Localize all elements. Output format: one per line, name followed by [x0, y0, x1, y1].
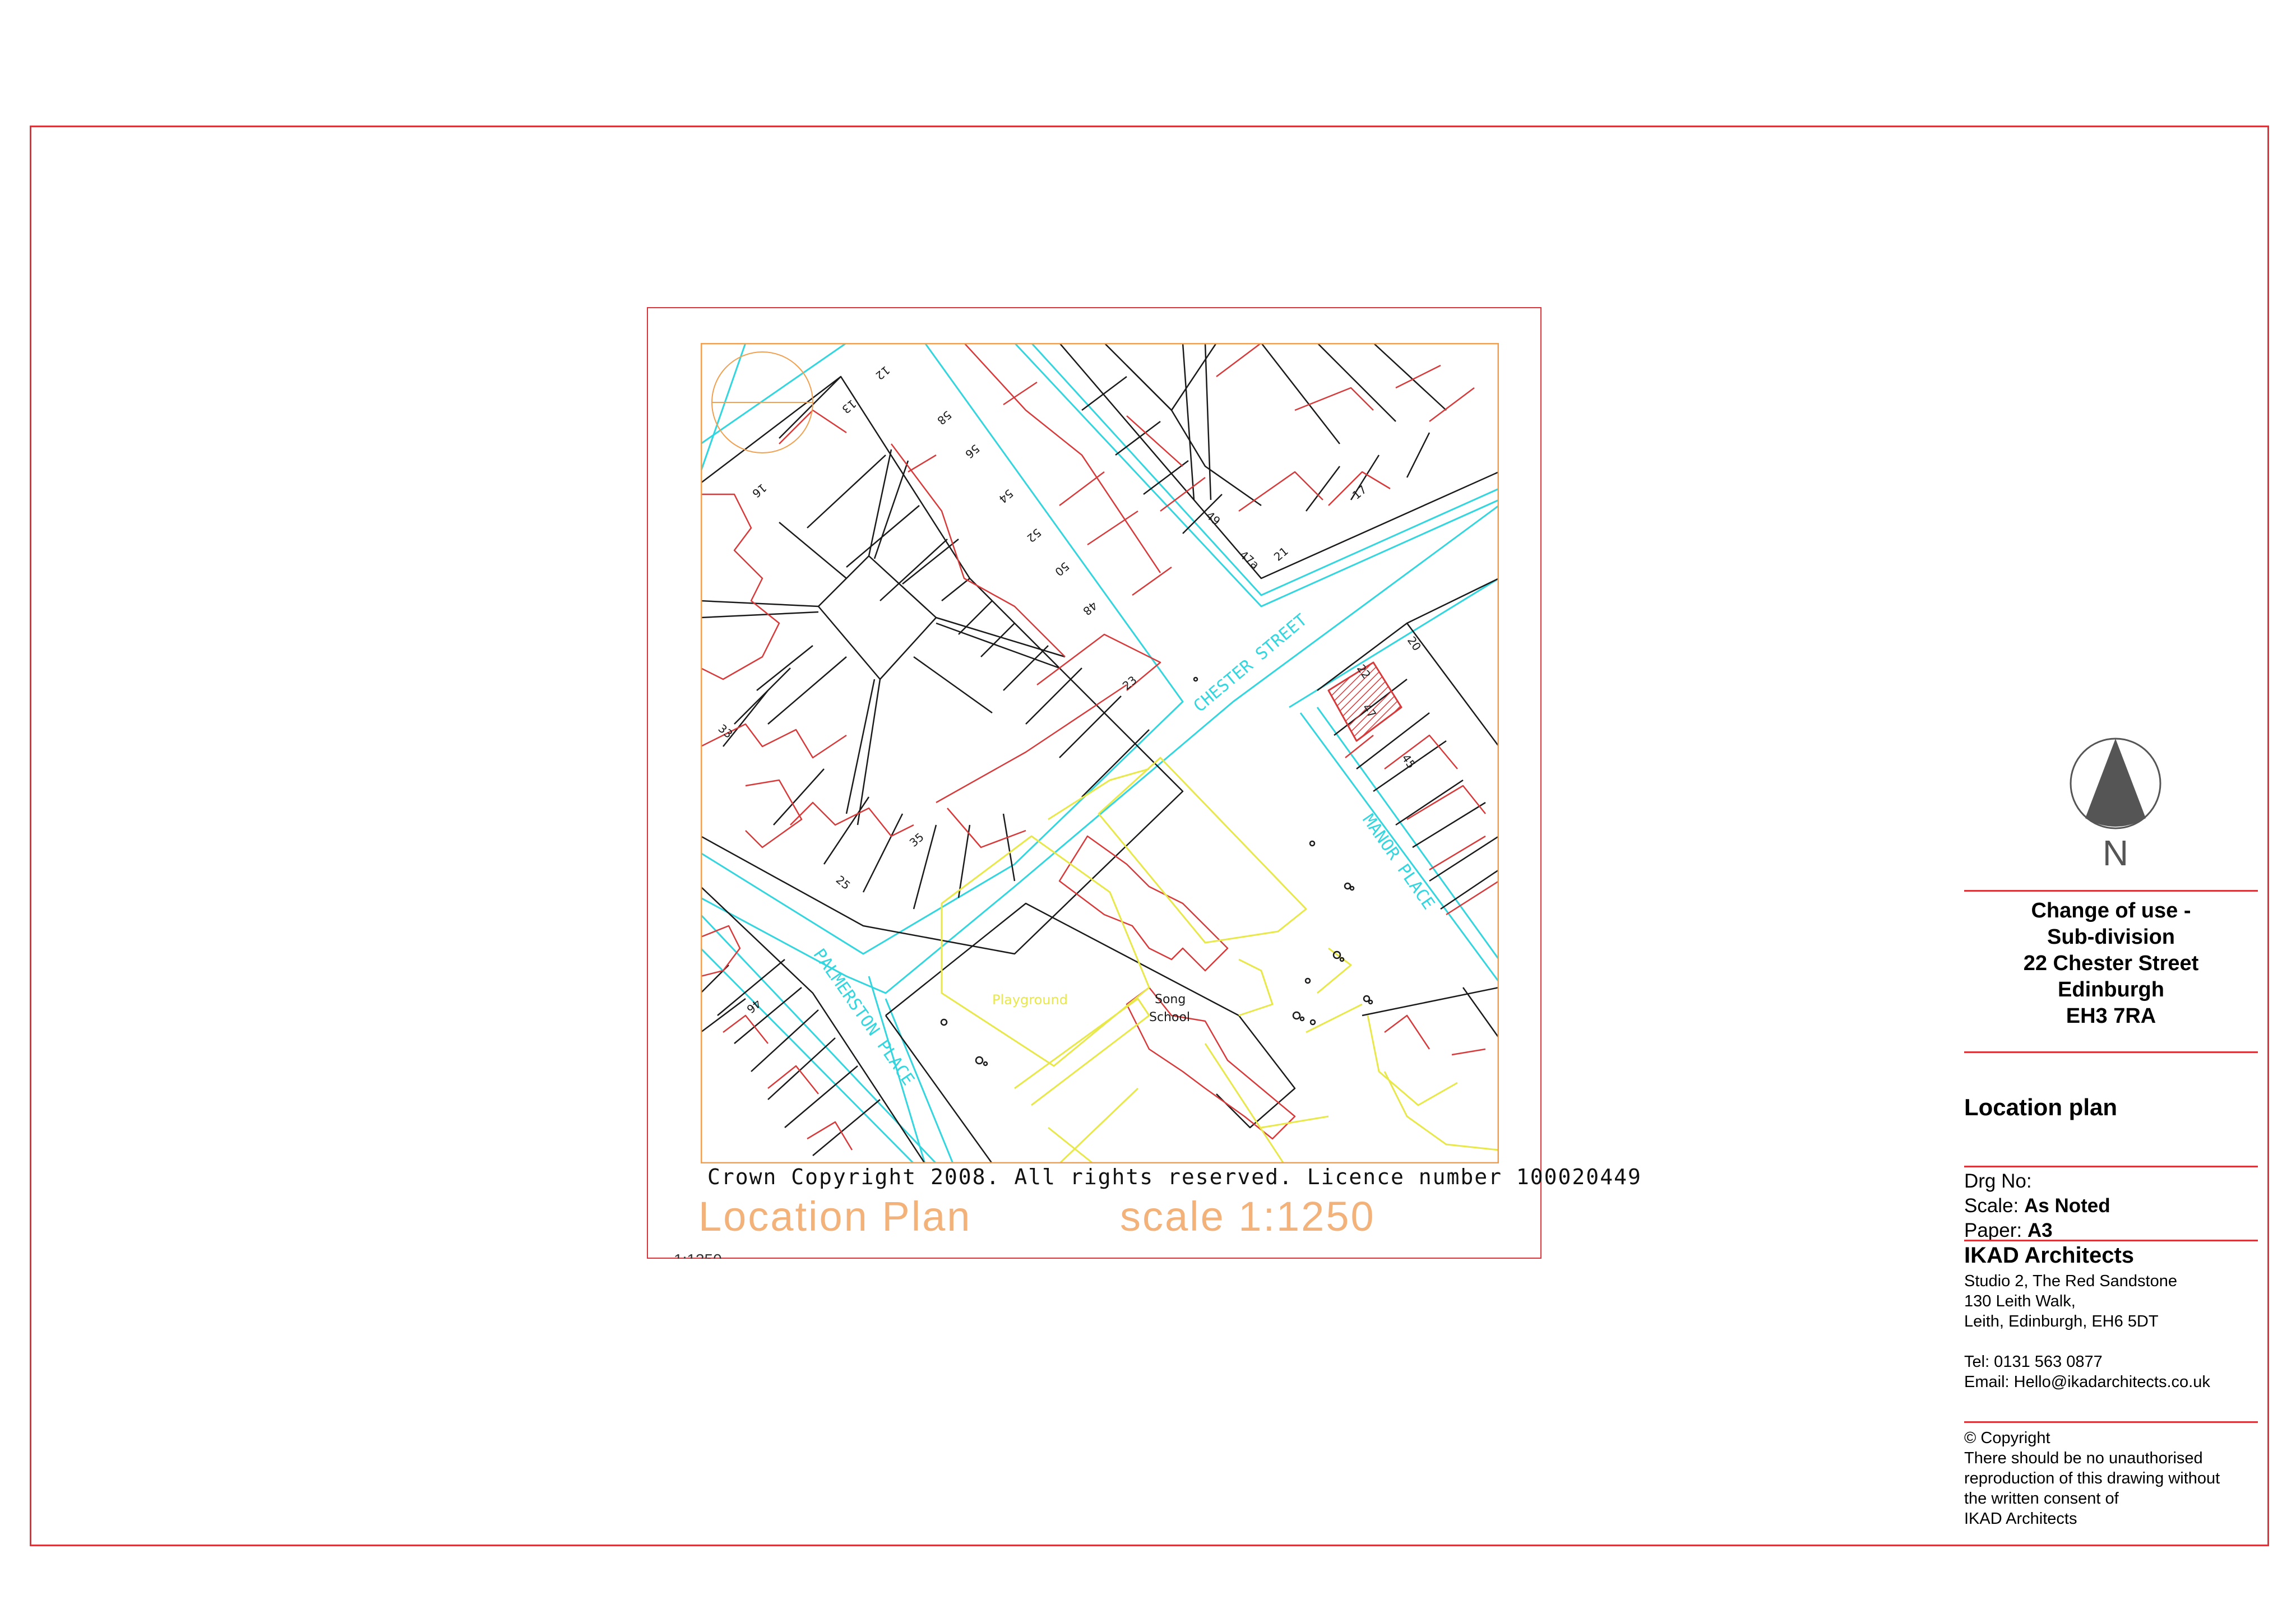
house-number: 58 — [934, 408, 954, 428]
house-number: 17 — [1350, 483, 1369, 502]
house-number: 49 — [1203, 508, 1223, 528]
house-number: 54 — [996, 486, 1016, 506]
title-block-rule — [1964, 890, 2258, 892]
email: Email: Hello@ikadarchitects.co.uk — [1964, 1373, 2210, 1391]
notice-line: reproduction of this drawing without — [1964, 1469, 2220, 1487]
house-number: 12 — [873, 363, 892, 383]
house-number: 56 — [962, 442, 982, 461]
north-arrow-icon: N — [2070, 738, 2161, 871]
street-label-chester: CHESTER STREET — [1190, 610, 1311, 716]
paper-label: Paper: — [1964, 1219, 2022, 1241]
house-number: 25 — [834, 873, 853, 892]
address-line: 130 Leith Walk, — [1964, 1292, 2076, 1310]
viewport-scale-label: 1:1250 — [674, 1251, 722, 1259]
drg-no-label: Drg No: — [1964, 1170, 2032, 1192]
house-number: 46 — [744, 996, 763, 1016]
address-line: Studio 2, The Red Sandstone — [1964, 1272, 2177, 1290]
address-line: Leith, Edinburgh, EH6 5DT — [1964, 1313, 2159, 1330]
north-label: N — [2103, 833, 2128, 871]
house-number: 21 — [1271, 544, 1291, 564]
firm-name: IKAD Architects — [1964, 1243, 2135, 1268]
label-school: School — [1149, 1010, 1190, 1024]
street-label-manor: MANOR PLACE — [1358, 811, 1438, 913]
house-number: 48 — [1080, 599, 1100, 618]
label-song: Song — [1155, 993, 1186, 1007]
project-line: Sub-division — [2047, 925, 2175, 949]
project-line: Edinburgh — [2058, 978, 2164, 1001]
notice-line: the written consent of — [1964, 1490, 2119, 1508]
project-title: Change of use - Sub-division 22 Chester … — [1964, 898, 2258, 1030]
drawing-meta: Drg No: Scale: As Noted Paper: A3 — [1964, 1169, 2110, 1243]
street-label-palmerston: PALMERSTON PLACE — [809, 945, 918, 1089]
phone: Tel: 0131 563 0877 — [1964, 1353, 2103, 1371]
title-block-rule — [1964, 1051, 2258, 1053]
map-frame — [701, 343, 1499, 1163]
drawing-title: Location plan — [1964, 1094, 2117, 1120]
firm-contact: Tel: 0131 563 0877 Email: Hello@ikadarch… — [1964, 1352, 2210, 1392]
ordnance-copyright: Crown Copyright 2008. All rights reserve… — [707, 1165, 1642, 1189]
title-block-rule — [1964, 1166, 2258, 1167]
location-plan-scale: scale 1:1250 — [1120, 1193, 1376, 1240]
title-block-rule — [1964, 1240, 2258, 1241]
scale-label: Scale: — [1964, 1195, 2019, 1217]
label-playground: Playground — [992, 992, 1068, 1008]
project-line: EH3 7RA — [2066, 1004, 2156, 1028]
copyright-line: © Copyright — [1964, 1429, 2050, 1447]
scale-row: Scale: As Noted — [1964, 1194, 2110, 1218]
notice-line: IKAD Architects — [1964, 1510, 2077, 1528]
house-number: 16 — [749, 481, 769, 500]
title-block-rule — [1964, 1421, 2258, 1423]
project-line: Change of use - — [2031, 899, 2191, 922]
house-number: 52 — [1024, 526, 1044, 545]
scale-value: As Noted — [2024, 1195, 2110, 1217]
location-map: CHESTER STREET MANOR PLACE PALMERSTON PL… — [701, 343, 1499, 1163]
house-number: 20 — [1405, 634, 1424, 653]
drg-no: Drg No: — [1964, 1169, 2110, 1194]
house-number: 50 — [1052, 559, 1072, 579]
house-number: 23 — [1120, 673, 1140, 693]
firm-address: Studio 2, The Red Sandstone 130 Leith Wa… — [1964, 1271, 2177, 1332]
notice-line: There should be no unauthorised — [1964, 1449, 2203, 1467]
house-number: 35 — [907, 830, 927, 850]
project-line: 22 Chester Street — [2023, 952, 2199, 975]
copyright-notice: © Copyright There should be no unauthori… — [1964, 1428, 2220, 1529]
location-plan-title: Location Plan — [698, 1193, 972, 1240]
paper-value: A3 — [2027, 1219, 2053, 1241]
yellow-features — [941, 757, 1499, 1163]
house-number: 45 — [1399, 752, 1418, 771]
house-number: 47a — [1237, 548, 1262, 572]
